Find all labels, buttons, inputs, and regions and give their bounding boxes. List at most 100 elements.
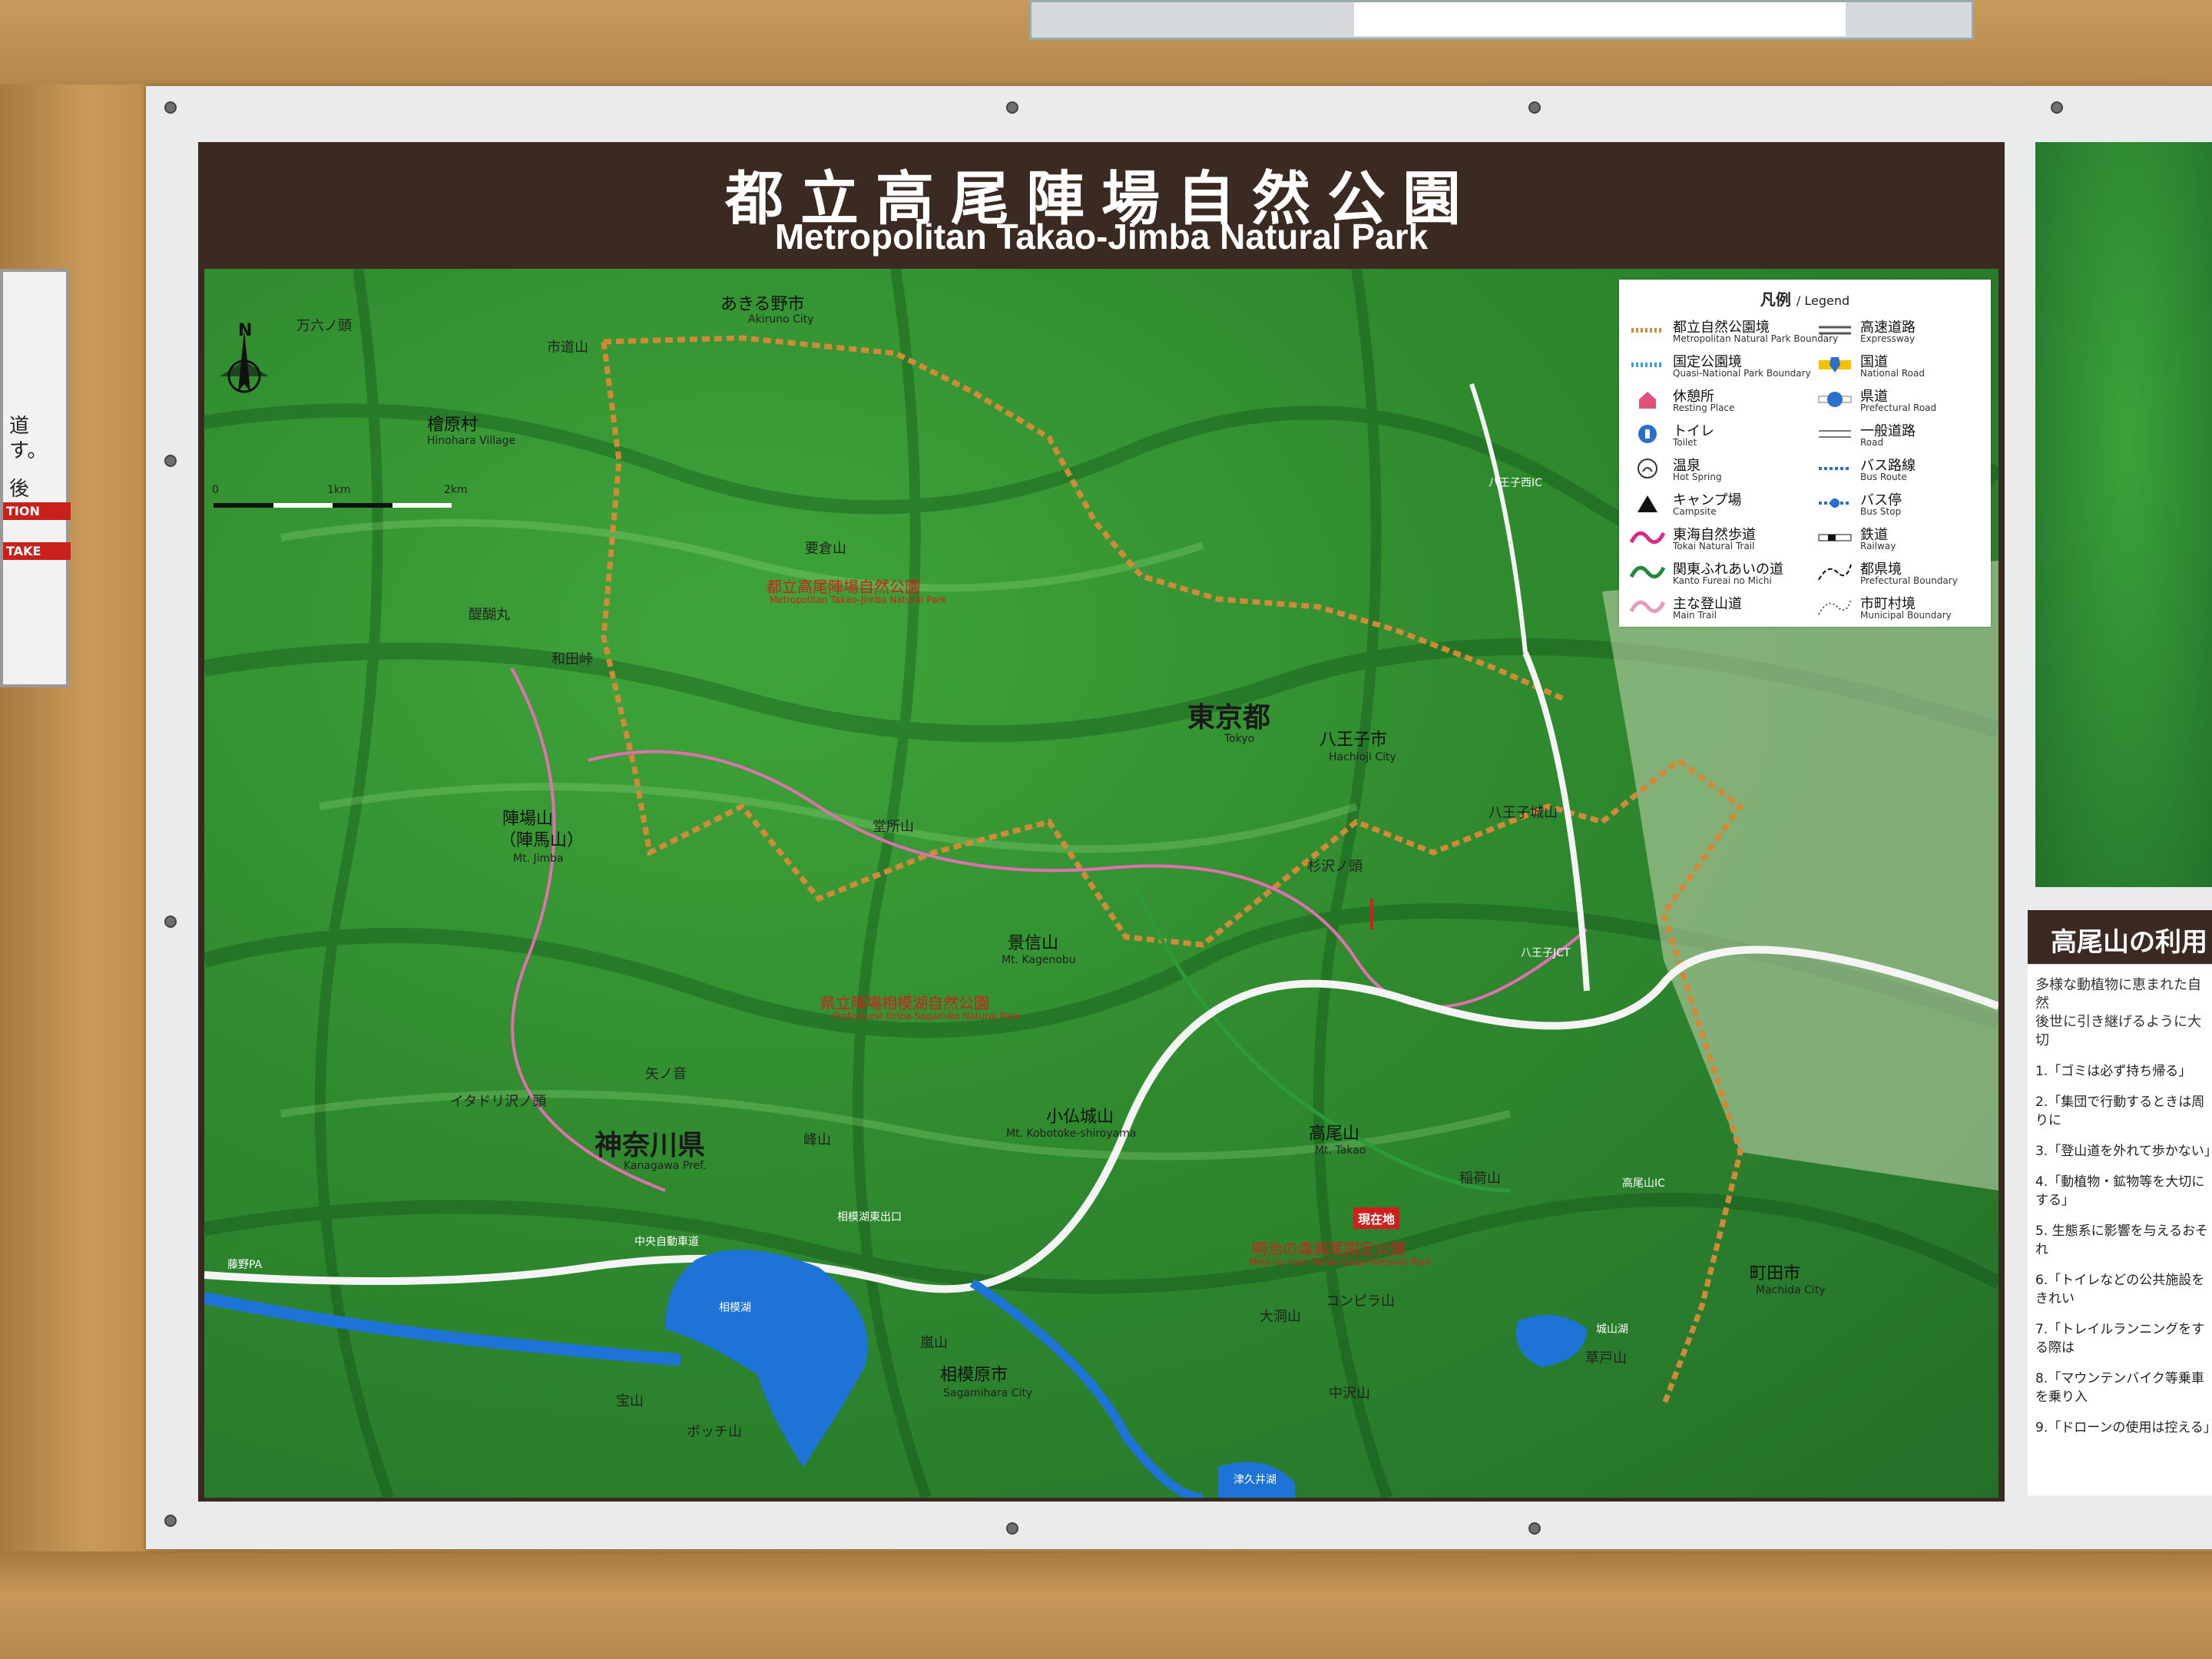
rules-text: 多様な動植物に恵まれた自然 後世に引き継げるように大切 1.「ゴミは必ず持ち帰る…	[2028, 965, 2212, 1495]
legend-label-en: Bus Stop	[1860, 506, 1902, 517]
place-hinohara: 檜原村	[427, 416, 478, 435]
mountain-yano: 矢ノ音	[645, 1066, 687, 1082]
road-fujino-pa: 藤野PA	[227, 1259, 263, 1271]
legend-label-en: Railway	[1860, 541, 1896, 551]
road-takaosan-ic: 高尾山IC	[1622, 1177, 1665, 1190]
blue-dotted-line-icon	[1631, 363, 1664, 367]
rules-item: 3.「登山道を外れて歩かない」	[2035, 1144, 2212, 1159]
left-sign-warning: TAKE	[3, 542, 71, 560]
map-legend: 凡例 / Legend 都立自然公園境 Metropolitan Natural …	[1619, 280, 1991, 627]
bus-route-icon	[1819, 467, 1851, 470]
mountain-takara: 宝山	[616, 1393, 644, 1409]
mountain-mandanoatama: 万六ノ頭	[296, 318, 352, 334]
road-hachioji-ic: 八王子西IC	[1488, 477, 1542, 489]
rules-item: 2.「集団で行動するときは周りに	[2035, 1094, 2205, 1128]
mountain-kusado: 草戸山	[1585, 1350, 1627, 1366]
place-tokyo: 東京都	[1187, 702, 1271, 733]
left-sign-warning: TION	[3, 502, 71, 520]
legend-label-en: Metropolitan Natural Park Boundary	[1673, 333, 1839, 344]
screw-icon	[2051, 101, 2063, 114]
bus-stop-icon	[1819, 498, 1851, 508]
ken-o-expressway	[1522, 651, 1590, 992]
legend-label-en: Main Trail	[1673, 610, 1717, 621]
rules-item: 6.「トイレなどの公共施設をきれい	[2035, 1273, 2205, 1306]
place-kanagawa: 神奈川県	[594, 1130, 706, 1161]
left-notice-sign: 道 す。 後 TION TAKE	[0, 269, 71, 687]
rules-lead: 後世に引き継げるように大切	[2035, 1014, 2201, 1048]
mountain-yosokura: 要倉山	[805, 541, 846, 557]
rules-item: 4.「動植物・鉱物等を大切にする」	[2035, 1174, 2205, 1208]
park-title-en: Metropolitan Takao-Jimba Natural Park	[774, 217, 1429, 257]
scale-label: 2km	[444, 484, 468, 496]
legend-label-en: Municipal Boundary	[1860, 610, 1952, 621]
road-icon	[1819, 430, 1851, 438]
pink-trail-icon	[1630, 600, 1665, 614]
prefectural-road-icon	[1818, 392, 1852, 407]
place-hachioji-en: Hachioji City	[1329, 751, 1396, 763]
park-label: 都立高尾陣場自然公園	[767, 578, 920, 596]
lake-shiroyama: 城山湖	[1596, 1323, 1628, 1336]
mountain-daigo: 醍醐丸	[469, 607, 510, 623]
mountain-nakazawa: 中沢山	[1329, 1386, 1370, 1402]
left-sign-text: す。	[9, 439, 48, 462]
right-info-panel: 高尾山の利用ル 多様な動植物に恵まれた自然 後世に引き継げるように大切 1.「ゴ…	[2020, 142, 2212, 1502]
legend-label-en: Quasi-National Park Boundary	[1673, 368, 1811, 379]
road-hachioji-jct: 八王子JCT	[1521, 947, 1571, 959]
municipal-boundary-icon	[1818, 598, 1852, 615]
mountain-dodokoro: 堂所山	[873, 819, 914, 835]
park-label-en: Metropolitan Takao-Jimba Natural Park	[770, 594, 947, 605]
mountain-kagenobu-en: Mt. Kagenobu	[1002, 954, 1076, 966]
screw-icon	[164, 101, 177, 114]
mountain-kobotoke-en: Mt. Kobotoke-shiroyama	[1006, 1128, 1137, 1140]
road-chuo-exp: 中央自動車道	[634, 1236, 699, 1248]
legend-label-en: Bus Route	[1860, 472, 1907, 482]
tent-icon	[1637, 495, 1657, 512]
screw-icon	[164, 916, 177, 928]
prefectural-boundary-icon	[1818, 564, 1852, 581]
scale-bar	[214, 503, 452, 508]
mountain-ichimichi: 市道山	[547, 339, 588, 356]
screw-icon	[1006, 1522, 1018, 1535]
screw-icon	[1006, 101, 1018, 114]
left-sign-text: 後	[9, 478, 30, 501]
top-notice-poster	[1354, 2, 1846, 36]
screw-icon	[164, 1515, 177, 1527]
pref-park-label: 県立陣場相模湖自然公園	[820, 994, 989, 1012]
rules-item: 8.「マウンテンバイク等乗車を乗り入	[2035, 1371, 2204, 1405]
meiji-park-label: 明治の森高尾国定公園	[1252, 1240, 1406, 1258]
legend-label-en: Toilet	[1673, 437, 1697, 448]
scale-label: 0	[212, 484, 219, 496]
mountain-ooyama: 大洞山	[1260, 1309, 1301, 1325]
place-akiruno-en: Akiruno City	[748, 313, 814, 326]
top-notice-sign	[1029, 0, 1974, 40]
magenta-trail-icon	[1630, 531, 1665, 545]
mountain-kompira: コンピラ山	[1326, 1293, 1395, 1310]
meiji-park-label-en: Meiji no mori Takao Quasi-National Park	[1249, 1257, 1432, 1267]
mountain-takao: 高尾山	[1309, 1124, 1360, 1144]
mountain-kobotoke: 小仏城山	[1046, 1108, 1114, 1127]
legend-label-en: Road	[1860, 437, 1884, 448]
mountain-kagenobu: 景信山	[1008, 934, 1059, 953]
national-road-icon	[1819, 357, 1851, 373]
mountain-sugisawa: 杉沢ノ頭	[1307, 859, 1363, 875]
road-sagamiko-ic: 相模湖東出口	[837, 1211, 902, 1224]
place-akiruno: あきる野市	[720, 295, 805, 314]
rules-item: 1.「ゴミは必ず持ち帰る」	[2035, 1064, 2192, 1079]
terrain-highlights	[280, 518, 1512, 1161]
mountain-kunugi: 嵐山	[920, 1335, 948, 1351]
rules-item: 5. 生態系に影響を与えるおそれ	[2035, 1224, 2209, 1257]
rules-heading: 高尾山の利用ル	[2028, 910, 2212, 995]
scale-label: 1km	[327, 484, 351, 496]
mountain-inari: 稲荷山	[1459, 1171, 1501, 1187]
road	[1469, 383, 1528, 654]
legend-label-en: Resting Place	[1673, 402, 1735, 413]
mountain-jimba-alt: （陣馬山）	[499, 831, 584, 850]
legend-label-en: National Road	[1860, 368, 1925, 379]
legend-label-en: Kanto Fureai no Michi	[1673, 575, 1772, 586]
screw-icon	[1528, 101, 1541, 114]
main-trail	[510, 667, 666, 1192]
lake-tsukui: 津久井湖	[1233, 1474, 1277, 1486]
legend-label-en: Prefectural Boundary	[1860, 575, 1958, 586]
place-machida-en: Machida City	[1756, 1284, 1826, 1296]
place-sagamihara: 相模原市	[940, 1366, 1008, 1385]
